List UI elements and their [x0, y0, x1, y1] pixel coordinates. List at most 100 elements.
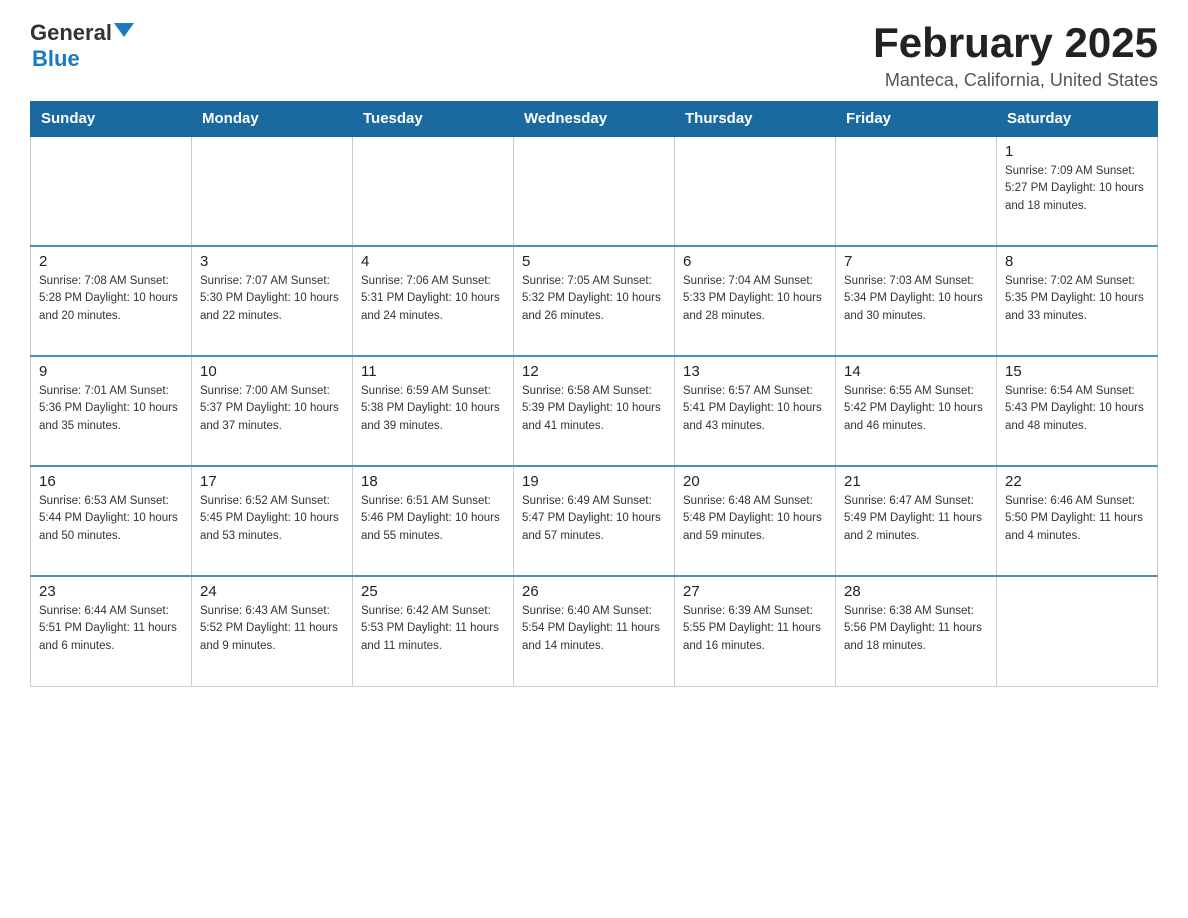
- main-title: February 2025: [873, 20, 1158, 66]
- day-info: Sunrise: 7:01 AM Sunset: 5:36 PM Dayligh…: [39, 383, 183, 435]
- calendar-cell: 27 Sunrise: 6:39 AM Sunset: 5:55 PM Dayli…: [675, 576, 836, 686]
- calendar-cell: 1Sunrise: 7:09 AM Sunset: 5:27 PM Daylig…: [997, 136, 1158, 246]
- day-info: Sunrise: 6:46 AM Sunset: 5:50 PM Dayligh…: [1005, 493, 1149, 545]
- day-number: 28: [844, 583, 988, 600]
- day-info: Sunrise: 6:59 AM Sunset: 5:38 PM Dayligh…: [361, 383, 505, 435]
- day-number: 10: [200, 363, 344, 380]
- day-info: Sunrise: 7:06 AM Sunset: 5:31 PM Dayligh…: [361, 273, 505, 325]
- day-number: 20: [683, 473, 827, 490]
- day-info: Sunrise: 6:54 AM Sunset: 5:43 PM Dayligh…: [1005, 383, 1149, 435]
- day-number: 22: [1005, 473, 1149, 490]
- calendar-cell: 19 Sunrise: 6:49 AM Sunset: 5:47 PM Dayli…: [514, 466, 675, 576]
- calendar-week-row: 23 Sunrise: 6:44 AM Sunset: 5:51 PM Dayli…: [31, 576, 1158, 686]
- day-info: Sunrise: 6:58 AM Sunset: 5:39 PM Dayligh…: [522, 383, 666, 435]
- calendar-cell: 5 Sunrise: 7:05 AM Sunset: 5:32 PM Daylig…: [514, 246, 675, 356]
- calendar-cell: 12 Sunrise: 6:58 AM Sunset: 5:39 PM Dayli…: [514, 356, 675, 466]
- day-info: Sunrise: 6:47 AM Sunset: 5:49 PM Dayligh…: [844, 493, 988, 545]
- day-info: Sunrise: 7:04 AM Sunset: 5:33 PM Dayligh…: [683, 273, 827, 325]
- day-number: 7: [844, 253, 988, 270]
- calendar-cell: 24Sunrise: 6:43 AM Sunset: 5:52 PM Dayli…: [192, 576, 353, 686]
- day-number: 27: [683, 583, 827, 600]
- day-number: 17: [200, 473, 344, 490]
- calendar-cell: [675, 136, 836, 246]
- day-number: 26: [522, 583, 666, 600]
- calendar-week-row: 9 Sunrise: 7:01 AM Sunset: 5:36 PM Daylig…: [31, 356, 1158, 466]
- day-info: Sunrise: 6:44 AM Sunset: 5:51 PM Dayligh…: [39, 603, 183, 655]
- calendar-cell: 7 Sunrise: 7:03 AM Sunset: 5:34 PM Daylig…: [836, 246, 997, 356]
- logo-general-text: General: [30, 20, 112, 46]
- calendar-cell: 14 Sunrise: 6:55 AM Sunset: 5:42 PM Dayli…: [836, 356, 997, 466]
- calendar-cell: 11Sunrise: 6:59 AM Sunset: 5:38 PM Dayli…: [353, 356, 514, 466]
- title-block: February 2025 Manteca, California, Unite…: [873, 20, 1158, 91]
- calendar-week-row: 2 Sunrise: 7:08 AM Sunset: 5:28 PM Daylig…: [31, 246, 1158, 356]
- day-info: Sunrise: 6:52 AM Sunset: 5:45 PM Dayligh…: [200, 493, 344, 545]
- calendar-cell: 15 Sunrise: 6:54 AM Sunset: 5:43 PM Dayli…: [997, 356, 1158, 466]
- day-number: 19: [522, 473, 666, 490]
- day-number: 25: [361, 583, 505, 600]
- calendar-header-wednesday: Wednesday: [514, 102, 675, 137]
- day-number: 16: [39, 473, 183, 490]
- location-subtitle: Manteca, California, United States: [873, 70, 1158, 91]
- day-number: 9: [39, 363, 183, 380]
- calendar-cell: 10 Sunrise: 7:00 AM Sunset: 5:37 PM Dayli…: [192, 356, 353, 466]
- calendar-cell: 13Sunrise: 6:57 AM Sunset: 5:41 PM Dayli…: [675, 356, 836, 466]
- calendar-cell: 8 Sunrise: 7:02 AM Sunset: 5:35 PM Daylig…: [997, 246, 1158, 356]
- day-info: Sunrise: 6:39 AM Sunset: 5:55 PM Dayligh…: [683, 603, 827, 655]
- day-info: Sunrise: 7:02 AM Sunset: 5:35 PM Dayligh…: [1005, 273, 1149, 325]
- calendar-cell: 9 Sunrise: 7:01 AM Sunset: 5:36 PM Daylig…: [31, 356, 192, 466]
- day-info: Sunrise: 6:40 AM Sunset: 5:54 PM Dayligh…: [522, 603, 666, 655]
- calendar-cell: 22 Sunrise: 6:46 AM Sunset: 5:50 PM Dayli…: [997, 466, 1158, 576]
- day-info: Sunrise: 6:43 AM Sunset: 5:52 PM Dayligh…: [200, 603, 344, 655]
- day-info: Sunrise: 7:03 AM Sunset: 5:34 PM Dayligh…: [844, 273, 988, 325]
- calendar-cell: 18 Sunrise: 6:51 AM Sunset: 5:46 PM Dayli…: [353, 466, 514, 576]
- day-info: Sunrise: 6:42 AM Sunset: 5:53 PM Dayligh…: [361, 603, 505, 655]
- calendar-cell: [353, 136, 514, 246]
- day-number: 5: [522, 253, 666, 270]
- calendar-week-row: 1Sunrise: 7:09 AM Sunset: 5:27 PM Daylig…: [31, 136, 1158, 246]
- day-info: Sunrise: 6:38 AM Sunset: 5:56 PM Dayligh…: [844, 603, 988, 655]
- day-info: Sunrise: 7:00 AM Sunset: 5:37 PM Dayligh…: [200, 383, 344, 435]
- calendar-header-row: SundayMondayTuesdayWednesdayThursdayFrid…: [31, 102, 1158, 137]
- calendar-header-monday: Monday: [192, 102, 353, 137]
- day-number: 12: [522, 363, 666, 380]
- day-number: 6: [683, 253, 827, 270]
- logo: General Blue: [30, 20, 134, 72]
- calendar-cell: 25 Sunrise: 6:42 AM Sunset: 5:53 PM Dayli…: [353, 576, 514, 686]
- day-info: Sunrise: 6:53 AM Sunset: 5:44 PM Dayligh…: [39, 493, 183, 545]
- day-info: Sunrise: 7:09 AM Sunset: 5:27 PM Dayligh…: [1005, 163, 1149, 215]
- calendar-cell: 21 Sunrise: 6:47 AM Sunset: 5:49 PM Dayli…: [836, 466, 997, 576]
- day-info: Sunrise: 6:51 AM Sunset: 5:46 PM Dayligh…: [361, 493, 505, 545]
- calendar-cell: 28 Sunrise: 6:38 AM Sunset: 5:56 PM Dayli…: [836, 576, 997, 686]
- calendar-cell: 2 Sunrise: 7:08 AM Sunset: 5:28 PM Daylig…: [31, 246, 192, 356]
- calendar-header-sunday: Sunday: [31, 102, 192, 137]
- logo-triangle-icon: [114, 23, 134, 37]
- page-header: General Blue February 2025 Manteca, Cali…: [30, 20, 1158, 91]
- day-info: Sunrise: 7:08 AM Sunset: 5:28 PM Dayligh…: [39, 273, 183, 325]
- day-info: Sunrise: 6:49 AM Sunset: 5:47 PM Dayligh…: [522, 493, 666, 545]
- calendar-cell: 20 Sunrise: 6:48 AM Sunset: 5:48 PM Dayli…: [675, 466, 836, 576]
- day-number: 23: [39, 583, 183, 600]
- calendar-cell: 4Sunrise: 7:06 AM Sunset: 5:31 PM Daylig…: [353, 246, 514, 356]
- day-info: Sunrise: 6:55 AM Sunset: 5:42 PM Dayligh…: [844, 383, 988, 435]
- day-number: 21: [844, 473, 988, 490]
- day-info: Sunrise: 6:48 AM Sunset: 5:48 PM Dayligh…: [683, 493, 827, 545]
- calendar-header-thursday: Thursday: [675, 102, 836, 137]
- calendar-cell: 26 Sunrise: 6:40 AM Sunset: 5:54 PM Dayli…: [514, 576, 675, 686]
- day-number: 13: [683, 363, 827, 380]
- day-number: 14: [844, 363, 988, 380]
- calendar-cell: 23 Sunrise: 6:44 AM Sunset: 5:51 PM Dayli…: [31, 576, 192, 686]
- calendar-cell: 16 Sunrise: 6:53 AM Sunset: 5:44 PM Dayli…: [31, 466, 192, 576]
- calendar-header-saturday: Saturday: [997, 102, 1158, 137]
- calendar-cell: [192, 136, 353, 246]
- calendar-cell: [836, 136, 997, 246]
- day-number: 18: [361, 473, 505, 490]
- day-number: 8: [1005, 253, 1149, 270]
- calendar-cell: [514, 136, 675, 246]
- day-info: Sunrise: 7:07 AM Sunset: 5:30 PM Dayligh…: [200, 273, 344, 325]
- logo-blue-text: Blue: [32, 46, 80, 72]
- day-number: 2: [39, 253, 183, 270]
- calendar-header-friday: Friday: [836, 102, 997, 137]
- calendar-cell: [31, 136, 192, 246]
- day-info: Sunrise: 7:05 AM Sunset: 5:32 PM Dayligh…: [522, 273, 666, 325]
- day-number: 15: [1005, 363, 1149, 380]
